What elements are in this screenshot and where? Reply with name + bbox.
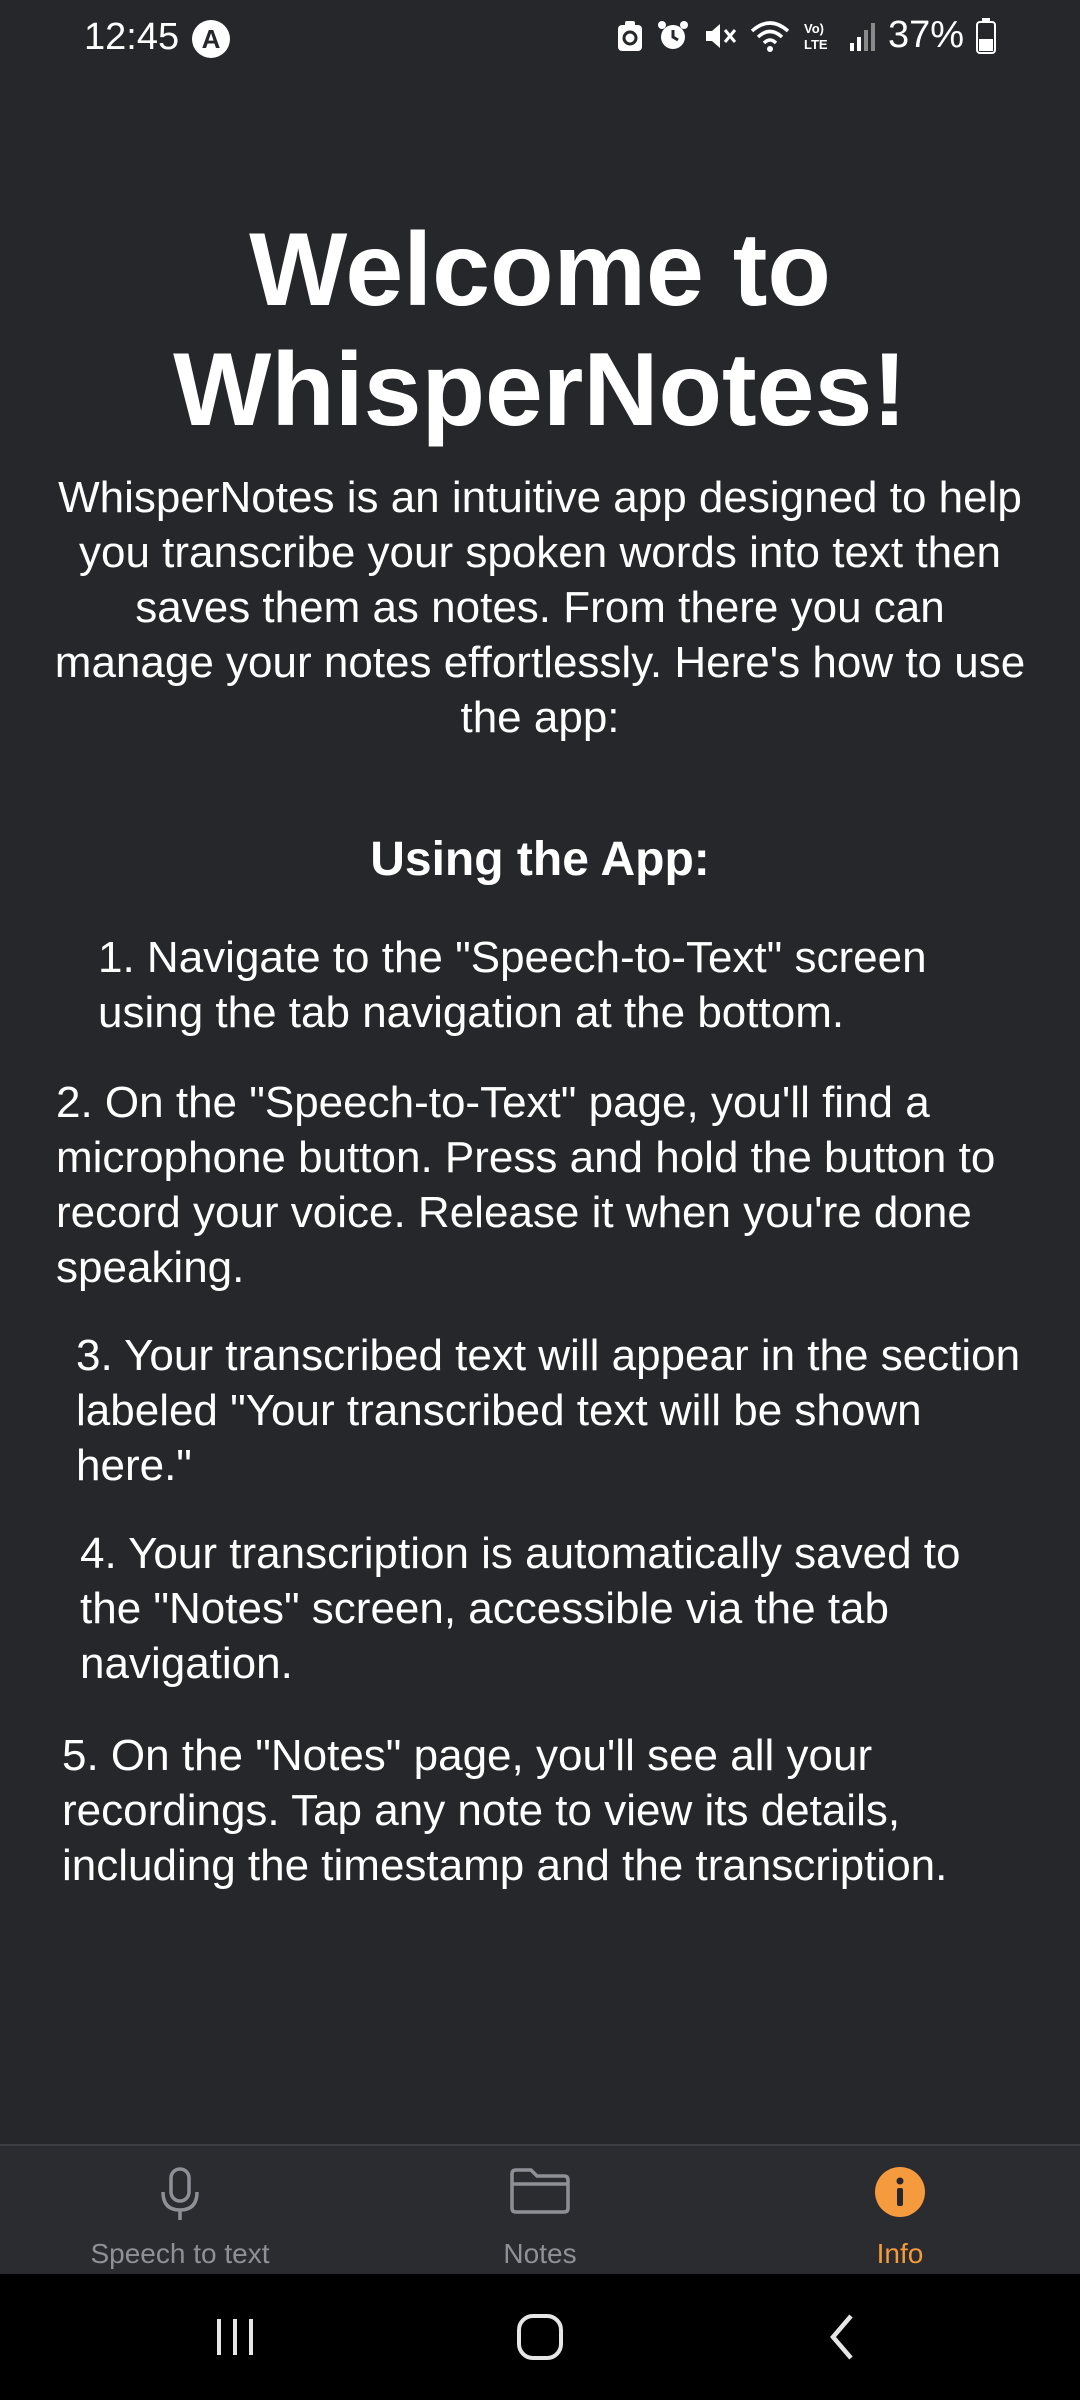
app-notification-icon: A <box>192 20 230 58</box>
home-button[interactable] <box>505 2304 575 2370</box>
recent-apps-button[interactable] <box>200 2304 270 2370</box>
svg-text:LTE: LTE <box>804 37 828 52</box>
recent-apps-icon <box>217 2319 253 2355</box>
battery-icon <box>976 17 996 54</box>
signal-icon <box>849 22 875 51</box>
step-item: 2. On the "Speech-to-Text" page, you'll … <box>56 1078 996 1292</box>
title-line-2: WhisperNotes! <box>173 332 907 448</box>
status-time: 12:45 <box>84 16 180 58</box>
step-item: 1. Navigate to the "Speech-to-Text" scre… <box>98 933 927 1037</box>
home-icon <box>517 2314 563 2360</box>
back-icon <box>830 2314 853 2360</box>
folder-icon <box>510 2168 570 2214</box>
tab-notes[interactable]: Notes <box>360 2146 720 2276</box>
tab-speech-to-text[interactable]: Speech to text <box>0 2146 360 2276</box>
title-line-1: Welcome to <box>249 212 831 328</box>
step-item: 5. On the "Notes" page, you'll see all y… <box>62 1731 948 1890</box>
back-button[interactable] <box>808 2304 878 2370</box>
page-title: Welcome to WhisperNotes! <box>0 210 1080 450</box>
step-item: 4. Your transcription is automatically s… <box>80 1529 961 1688</box>
svg-text:Vo): Vo) <box>804 21 824 36</box>
wifi-icon <box>750 20 790 52</box>
sync-icon <box>617 20 642 51</box>
status-icons: Vo) LTE 37% <box>616 14 996 57</box>
intro-text: WhisperNotes is an intuitive app designe… <box>54 473 1026 742</box>
tab-label: Info <box>876 2238 924 2269</box>
tab-label: Speech to text <box>90 2238 270 2269</box>
mute-icon <box>705 23 737 48</box>
system-nav-bar <box>0 2274 1080 2400</box>
volte-icon: Vo) LTE <box>804 21 828 52</box>
tab-bar: Speech to text Notes Info <box>0 2144 1080 2276</box>
status-bar: 12:45 A Vo) LTE 37% <box>0 0 1080 80</box>
info-icon <box>875 2167 925 2217</box>
microphone-icon <box>161 2167 199 2220</box>
tab-label: Notes <box>503 2238 577 2269</box>
tab-info[interactable]: Info <box>720 2146 1080 2276</box>
step-item: 3. Your transcribed text will appear in … <box>76 1331 1021 1490</box>
section-title: Using the App: <box>370 833 710 886</box>
alarm-icon <box>657 20 688 49</box>
battery-percent: 37% <box>887 14 964 56</box>
